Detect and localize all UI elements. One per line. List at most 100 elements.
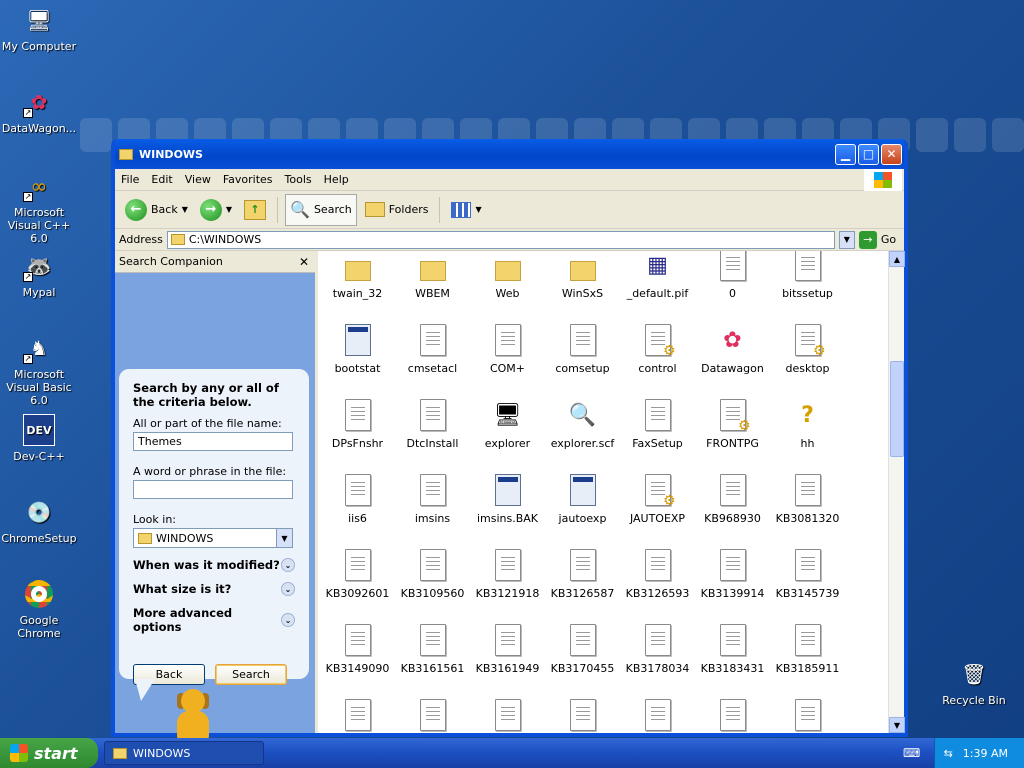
- desktop-icon-devcpp[interactable]: DEV Dev-C++: [0, 414, 78, 463]
- file-item[interactable]: KB4012584: [545, 681, 620, 733]
- address-dropdown-button[interactable]: ▼: [838, 230, 855, 249]
- taskbar-item-windows[interactable]: WINDOWS: [104, 741, 264, 765]
- option-modified[interactable]: When was it modified? ⌄: [133, 558, 295, 572]
- file-item[interactable]: COM+: [470, 306, 545, 381]
- up-folder-button[interactable]: ↑: [240, 198, 270, 222]
- file-item[interactable]: KB3092601: [320, 531, 395, 606]
- back-button[interactable]: ← Back ▼: [121, 197, 192, 223]
- file-item[interactable]: KB3196718: [320, 681, 395, 733]
- option-size[interactable]: What size is it? ⌄: [133, 582, 295, 596]
- file-item[interactable]: KB3161561: [395, 606, 470, 681]
- file-item[interactable]: DPsFnshr: [320, 381, 395, 456]
- go-arrow-icon[interactable]: →: [858, 230, 877, 249]
- menu-edit[interactable]: Edit: [145, 173, 178, 186]
- chevron-down-icon[interactable]: ▼: [182, 205, 188, 214]
- look-in-select[interactable]: WINDOWS ▼: [133, 528, 293, 548]
- folders-button[interactable]: Folders: [361, 200, 433, 219]
- desktop-icon-my-computer[interactable]: 🖥 My Computer: [0, 4, 78, 53]
- menu-view[interactable]: View: [179, 173, 217, 186]
- forward-button[interactable]: → ▼: [196, 197, 236, 223]
- menu-tools[interactable]: Tools: [279, 173, 318, 186]
- chevron-down-icon[interactable]: ⌄: [281, 558, 295, 572]
- file-item[interactable]: WBEM: [395, 251, 470, 306]
- file-item[interactable]: twain_32: [320, 251, 395, 306]
- file-item[interactable]: jautoexp: [545, 456, 620, 531]
- pane-search-button[interactable]: Search: [215, 664, 287, 685]
- file-item[interactable]: KB3161949: [470, 606, 545, 681]
- desktop-icon-vcpp[interactable]: ∞ ↗ Microsoft Visual C++ 6.0: [0, 170, 78, 245]
- desktop-icon-recycle-bin[interactable]: 🗑 Recycle Bin: [935, 658, 1013, 707]
- chevron-down-icon[interactable]: ▼: [226, 205, 232, 214]
- close-button[interactable]: ✕: [881, 143, 902, 165]
- file-item[interactable]: 0: [695, 251, 770, 306]
- scroll-up-icon[interactable]: ▲: [889, 251, 905, 267]
- file-item[interactable]: KB3178034: [620, 606, 695, 681]
- chevron-down-icon[interactable]: ⌄: [281, 613, 295, 627]
- file-item[interactable]: FaxSetup: [620, 381, 695, 456]
- file-item[interactable]: KB3081320: [770, 456, 845, 531]
- views-button[interactable]: ▼: [447, 200, 485, 220]
- file-item[interactable]: KB3145739: [770, 531, 845, 606]
- file-name-input[interactable]: [133, 432, 293, 451]
- file-item[interactable]: KB3121918: [470, 531, 545, 606]
- file-item[interactable]: 🔍 explorer.scf: [545, 381, 620, 456]
- go-button[interactable]: Go: [881, 233, 896, 246]
- file-item[interactable]: bootstat: [320, 306, 395, 381]
- file-item[interactable]: KB4015383: [770, 681, 845, 733]
- address-input[interactable]: C:\WINDOWS: [166, 230, 835, 249]
- window-titlebar[interactable]: WINDOWS ▁ □ ✕: [115, 139, 904, 169]
- file-item[interactable]: iis6: [320, 456, 395, 531]
- chevron-down-icon[interactable]: ⌄: [281, 582, 295, 596]
- file-item[interactable]: imsins: [395, 456, 470, 531]
- start-button[interactable]: start: [0, 738, 98, 768]
- menu-favorites[interactable]: Favorites: [217, 173, 279, 186]
- file-item[interactable]: KB3185911: [770, 606, 845, 681]
- menu-file[interactable]: File: [115, 173, 145, 186]
- file-item[interactable]: KB4012583: [470, 681, 545, 733]
- phrase-input[interactable]: [133, 480, 293, 499]
- file-item[interactable]: KB3149090: [320, 606, 395, 681]
- desktop-icon-chromesetup[interactable]: 💿 ChromeSetup: [0, 496, 78, 545]
- desktop-icon-vb[interactable]: ♞ ↗ Microsoft Visual Basic 6.0: [0, 332, 78, 407]
- file-item[interactable]: KB3139914: [695, 531, 770, 606]
- file-item[interactable]: cmsetacl: [395, 306, 470, 381]
- file-item[interactable]: JAUTOEXP: [620, 456, 695, 531]
- menu-help[interactable]: Help: [318, 173, 355, 186]
- desktop-icon-datawagon[interactable]: ✿ ↗ DataWagon...: [0, 86, 78, 135]
- file-item[interactable]: 🖥 explorer: [470, 381, 545, 456]
- chevron-down-icon[interactable]: ▼: [276, 529, 292, 547]
- minimize-button[interactable]: ▁: [835, 143, 856, 165]
- maximize-button[interactable]: □: [858, 143, 879, 165]
- file-item[interactable]: KB968930: [695, 456, 770, 531]
- file-item[interactable]: desktop: [770, 306, 845, 381]
- search-button[interactable]: 🔍 Search: [285, 193, 357, 226]
- file-item[interactable]: KB4014794: [695, 681, 770, 733]
- network-icon[interactable]: ⇆: [944, 747, 953, 760]
- file-item[interactable]: KB3198510: [395, 681, 470, 733]
- scrollbar-thumb[interactable]: [890, 361, 904, 457]
- file-item[interactable]: Web: [470, 251, 545, 306]
- desktop-icon-google-chrome[interactable]: Google Chrome: [0, 578, 78, 640]
- file-item[interactable]: KB4014652: [620, 681, 695, 733]
- file-item[interactable]: ▦ _default.pif: [620, 251, 695, 306]
- close-pane-icon[interactable]: ✕: [299, 255, 309, 269]
- file-item[interactable]: FRONTPG: [695, 381, 770, 456]
- file-item[interactable]: DtcInstall: [395, 381, 470, 456]
- file-item[interactable]: comsetup: [545, 306, 620, 381]
- clock[interactable]: 1:39 AM: [963, 747, 1008, 760]
- file-item[interactable]: KB3183431: [695, 606, 770, 681]
- scroll-down-icon[interactable]: ▼: [889, 717, 905, 733]
- file-item[interactable]: control: [620, 306, 695, 381]
- file-item[interactable]: ? hh: [770, 381, 845, 456]
- file-item[interactable]: KB3126593: [620, 531, 695, 606]
- file-item[interactable]: WinSxS: [545, 251, 620, 306]
- vertical-scrollbar[interactable]: ▲ ▼: [888, 251, 905, 733]
- file-item[interactable]: bitssetup: [770, 251, 845, 306]
- file-item[interactable]: KB3109560: [395, 531, 470, 606]
- desktop-icon-mypal[interactable]: 🦝 ↗ Mypal: [0, 250, 78, 299]
- file-item[interactable]: KB3126587: [545, 531, 620, 606]
- keyboard-icon[interactable]: ⌨: [903, 746, 920, 760]
- option-advanced[interactable]: More advanced options ⌄: [133, 606, 295, 634]
- file-item[interactable]: ✿ Datawagon: [695, 306, 770, 381]
- file-item[interactable]: imsins.BAK: [470, 456, 545, 531]
